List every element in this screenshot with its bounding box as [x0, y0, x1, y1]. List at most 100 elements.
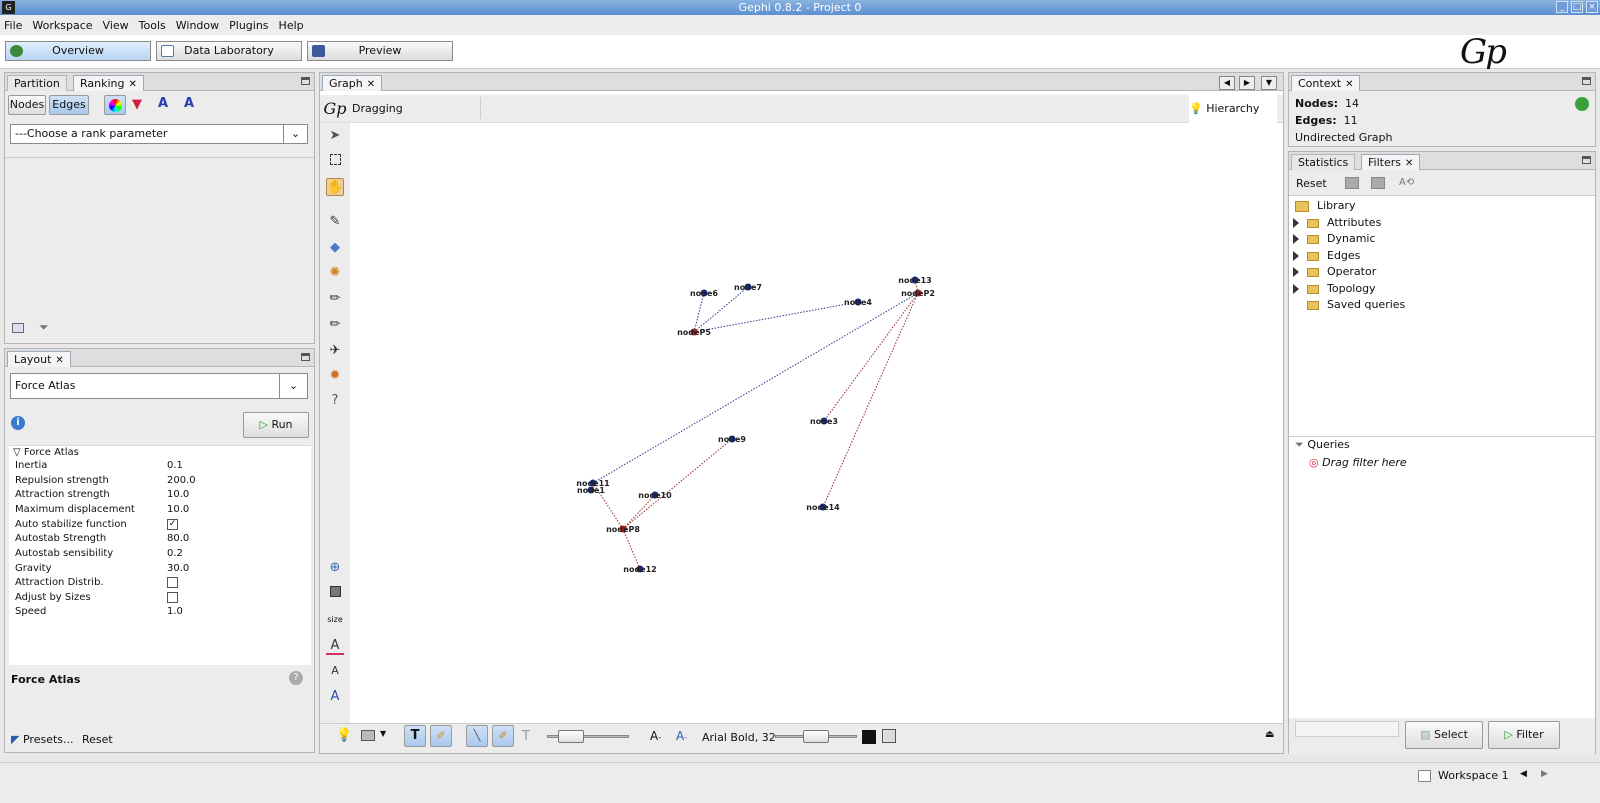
- show-edges-button[interactable]: ╲: [466, 725, 488, 747]
- properties-section-header[interactable]: ▽ Force Atlas: [13, 447, 79, 458]
- tab-statistics[interactable]: Statistics: [1291, 154, 1356, 170]
- scroll-tabs-left-button[interactable]: ◀: [1219, 76, 1235, 90]
- auto-refresh-icon[interactable]: A⟲: [1399, 177, 1414, 188]
- edit-node-icon[interactable]: ?: [326, 392, 344, 410]
- edges-toggle-button[interactable]: Edges: [49, 95, 89, 115]
- background-color-icon[interactable]: [326, 585, 344, 603]
- show-labels-button[interactable]: T: [404, 725, 426, 747]
- edge-color-button[interactable]: ✐: [492, 725, 514, 747]
- minimize-panel-icon[interactable]: [301, 353, 310, 361]
- prop-repulsion-strength[interactable]: Repulsion strength 200.0: [15, 475, 311, 489]
- font-family-icon[interactable]: A-: [676, 729, 687, 743]
- size-mode-icon[interactable]: size: [326, 611, 344, 629]
- edge-nodeP2-node11[interactable]: [592, 292, 919, 484]
- tab-context[interactable]: Context ✕: [1291, 75, 1361, 91]
- workspace-label[interactable]: Workspace 1: [1438, 769, 1509, 782]
- previous-workspace-button[interactable]: ◀: [1520, 769, 1527, 779]
- run-layout-button[interactable]: ▷ Run: [243, 412, 309, 438]
- close-icon[interactable]: ✕: [129, 79, 137, 90]
- layout-reset-button[interactable]: Reset: [82, 733, 113, 746]
- menu-plugins[interactable]: Plugins: [229, 19, 268, 32]
- menu-help[interactable]: Help: [279, 19, 304, 32]
- edge-nodeP8-node12[interactable]: [622, 528, 641, 570]
- library-folder[interactable]: Library: [1295, 199, 1355, 212]
- screenshot-icon[interactable]: [361, 730, 375, 741]
- edge-nodeP8-node10[interactable]: [622, 494, 656, 530]
- filter-button[interactable]: ▷ Filter: [1488, 721, 1560, 749]
- label-font-icon[interactable]: A: [326, 688, 344, 706]
- rank-parameter-select[interactable]: ---Choose a rank parameter ⌄: [10, 124, 308, 144]
- menu-window[interactable]: Window: [176, 19, 219, 32]
- drag-hand-icon[interactable]: ✋: [326, 178, 344, 196]
- close-icon[interactable]: ✕: [367, 79, 375, 90]
- tree-item-topology[interactable]: Topology: [1293, 282, 1376, 295]
- graph-canvas[interactable]: node6 node7 nodeP5 node4 node13 nodeP2 node3 no…: [350, 121, 1282, 721]
- minimize-panel-icon[interactable]: [1582, 156, 1591, 164]
- tabs-list-button[interactable]: ▼: [1261, 76, 1277, 90]
- tab-layout[interactable]: Layout ✕: [7, 351, 71, 367]
- adjust-by-sizes-checkbox[interactable]: [167, 592, 178, 603]
- close-icon[interactable]: ✕: [1405, 158, 1413, 169]
- menu-tools[interactable]: Tools: [139, 19, 166, 32]
- minimize-panel-icon[interactable]: [1582, 77, 1591, 85]
- node-pencil-icon[interactable]: ✏: [326, 316, 344, 334]
- sizer-icon[interactable]: ◆: [326, 239, 344, 257]
- tree-item-attributes[interactable]: Attributes: [1293, 216, 1381, 229]
- label-color-swatch[interactable]: [862, 730, 876, 744]
- shortest-path-icon[interactable]: ✈: [326, 342, 344, 360]
- edge-nodeP5-node6[interactable]: [693, 292, 705, 333]
- tree-item-operator[interactable]: Operator: [1293, 265, 1376, 278]
- filter-funnel-icon[interactable]: ⏷: [39, 320, 49, 335]
- close-icon[interactable]: ✕: [55, 355, 63, 366]
- tab-data-laboratory[interactable]: Data Laboratory: [156, 41, 302, 61]
- results-list-icon[interactable]: [12, 323, 24, 333]
- minimize-panel-icon[interactable]: [301, 77, 310, 85]
- close-icon[interactable]: ✕: [1345, 79, 1353, 90]
- menu-view[interactable]: View: [103, 19, 129, 32]
- select-arrow-icon[interactable]: ➤: [326, 127, 344, 145]
- edge-nodeP2-node14[interactable]: [822, 292, 919, 508]
- tab-graph[interactable]: Graph ✕: [322, 75, 383, 91]
- label-size-icon[interactable]: A: [184, 96, 194, 111]
- maximize-window-button[interactable]: □: [1571, 1, 1583, 13]
- size-ranking-icon[interactable]: ▼: [132, 97, 142, 112]
- prop-autostab-sensibility[interactable]: Autostab sensibility 0.2: [15, 548, 311, 562]
- edge-pencil-icon[interactable]: ✏: [326, 290, 344, 308]
- prop-attraction-strength[interactable]: Attraction strength 10.0: [15, 489, 311, 503]
- color-ranking-button[interactable]: [104, 95, 126, 115]
- import-filter-icon[interactable]: [1371, 177, 1385, 189]
- next-workspace-button[interactable]: ▶: [1541, 769, 1548, 779]
- hide-labels-button[interactable]: ✐: [430, 725, 452, 747]
- hierarchy-button[interactable]: 💡 Hierarchy: [1189, 95, 1277, 123]
- edge-scale-handle[interactable]: [558, 730, 584, 743]
- tab-preview[interactable]: Preview: [307, 41, 453, 61]
- presets-button[interactable]: ◤ Presets...: [11, 733, 74, 746]
- attraction-distrib-checkbox[interactable]: [167, 577, 178, 588]
- minimize-window-button[interactable]: _: [1556, 1, 1568, 13]
- font-color-icon[interactable]: A: [326, 637, 344, 655]
- select-button[interactable]: ▨ Select: [1405, 721, 1483, 749]
- tab-ranking[interactable]: Ranking ✕: [73, 75, 144, 91]
- tab-filters[interactable]: Filters ✕: [1361, 154, 1421, 170]
- close-window-button[interactable]: ×: [1586, 1, 1598, 13]
- font-name-label[interactable]: Arial Bold, 32: [702, 731, 776, 744]
- tree-item-saved-queries[interactable]: Saved queries: [1307, 298, 1405, 311]
- expand-toolbar-icon[interactable]: ⏏: [1265, 729, 1274, 740]
- tab-partition[interactable]: Partition: [7, 75, 67, 91]
- heat-map-icon[interactable]: ✹: [326, 367, 344, 385]
- chevron-down-icon[interactable]: ▼: [380, 729, 386, 738]
- label-color-icon[interactable]: A: [158, 96, 168, 111]
- clipboard-icon[interactable]: [882, 729, 896, 743]
- edge-nodeP2-node3[interactable]: [823, 292, 919, 422]
- brush-icon[interactable]: ✺: [326, 264, 344, 282]
- rectangle-select-icon[interactable]: [326, 153, 344, 171]
- scroll-tabs-right-button[interactable]: ▶: [1239, 76, 1255, 90]
- font-size-icon[interactable]: A: [326, 662, 344, 680]
- edge-nodeP8-node9[interactable]: [622, 438, 733, 530]
- font-size-handle[interactable]: [803, 730, 829, 743]
- nodes-toggle-button[interactable]: Nodes: [8, 95, 46, 115]
- drag-filter-drop-zone[interactable]: ◎ Drag filter here: [1309, 456, 1407, 469]
- menu-workspace[interactable]: Workspace: [32, 19, 92, 32]
- layout-algorithm-select[interactable]: Force Atlas ⌄: [10, 373, 308, 399]
- tab-overview[interactable]: Overview: [5, 41, 151, 61]
